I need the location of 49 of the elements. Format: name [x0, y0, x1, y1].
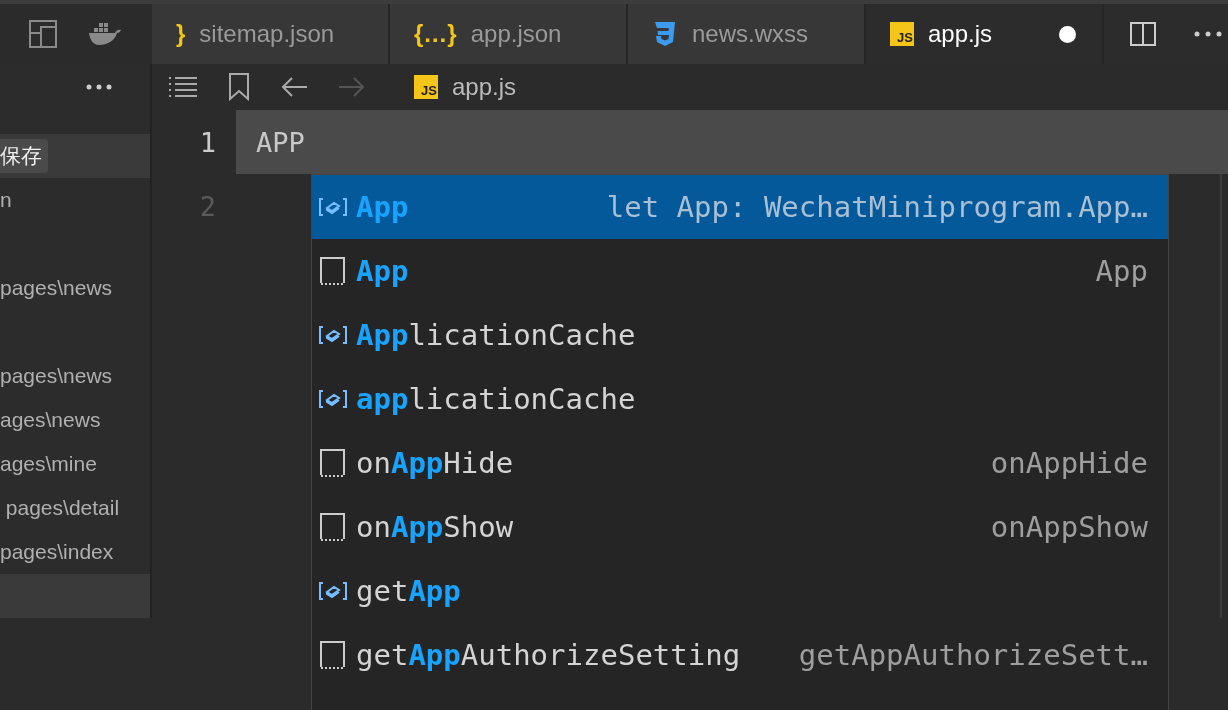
list-icon[interactable] — [168, 76, 198, 98]
suggestion-item[interactable]: App let App: WechatMiniprogram.App… — [312, 175, 1168, 239]
text-icon — [318, 640, 348, 670]
breadcrumb-file[interactable]: app.js — [452, 73, 517, 101]
file-path[interactable]: pages\detail — [0, 496, 120, 520]
line-number: 1 — [198, 126, 217, 158]
type-detail: App — [1095, 254, 1148, 288]
editor-tab[interactable]: } sitemap.json — [152, 4, 390, 64]
suggestion-item[interactable]: getApp — [312, 559, 1168, 623]
back-arrow-icon[interactable] — [280, 76, 308, 98]
js-icon: JS — [414, 75, 438, 99]
css-icon — [652, 20, 678, 48]
more-icon[interactable] — [86, 84, 112, 90]
variable-icon — [318, 325, 348, 345]
file-path[interactable]: pages\news — [0, 276, 113, 300]
code-text: APP — [236, 110, 1228, 174]
type-detail: onAppHide — [990, 446, 1148, 480]
file-path[interactable]: pages\index — [0, 540, 114, 564]
file-path[interactable]: ages\mine — [0, 452, 97, 476]
suggestion-item[interactable]: ApplicationCache — [312, 303, 1168, 367]
split-editor-icon[interactable] — [1130, 22, 1156, 46]
suggestion-item[interactable]: getAppAuthorizeSetting getAppAuthorizeSett… — [312, 623, 1168, 687]
js-icon: JS — [890, 22, 914, 46]
unsaved-label: 保存 — [0, 139, 48, 173]
braces-icon: {…} — [414, 20, 457, 48]
file-path[interactable]: n — [0, 188, 12, 212]
variable-icon — [318, 389, 348, 409]
suggestion-item[interactable]: App App — [312, 239, 1168, 303]
type-detail: let App: WechatMiniprogram.App… — [606, 190, 1148, 224]
unsaved-dot-icon — [1059, 25, 1076, 43]
file-path[interactable]: pages\news — [0, 364, 113, 388]
suggestion-item[interactable]: onAppHide onAppHide — [312, 431, 1168, 495]
variable-icon — [318, 581, 348, 601]
type-detail: onAppShow — [990, 510, 1148, 544]
type-detail: getAppAuthorizeSett… — [798, 638, 1148, 672]
editor-tab[interactable]: news.wxss — [628, 4, 866, 64]
suggestion-item[interactable]: applicationCache — [312, 367, 1168, 431]
variable-icon — [318, 197, 348, 217]
braces-icon: } — [176, 20, 186, 48]
editor-tab[interactable]: {…} app.json — [390, 4, 628, 64]
text-icon — [318, 512, 348, 542]
file-path[interactable]: ages\news — [0, 408, 101, 432]
bookmark-icon[interactable] — [228, 73, 250, 101]
text-icon — [318, 448, 348, 478]
text-icon — [318, 256, 348, 286]
more-icon[interactable] — [1194, 31, 1222, 37]
whale-icon[interactable] — [88, 21, 122, 47]
suggestion-item[interactable]: onAppShow onAppShow — [312, 495, 1168, 559]
layout-icon[interactable] — [28, 19, 58, 49]
